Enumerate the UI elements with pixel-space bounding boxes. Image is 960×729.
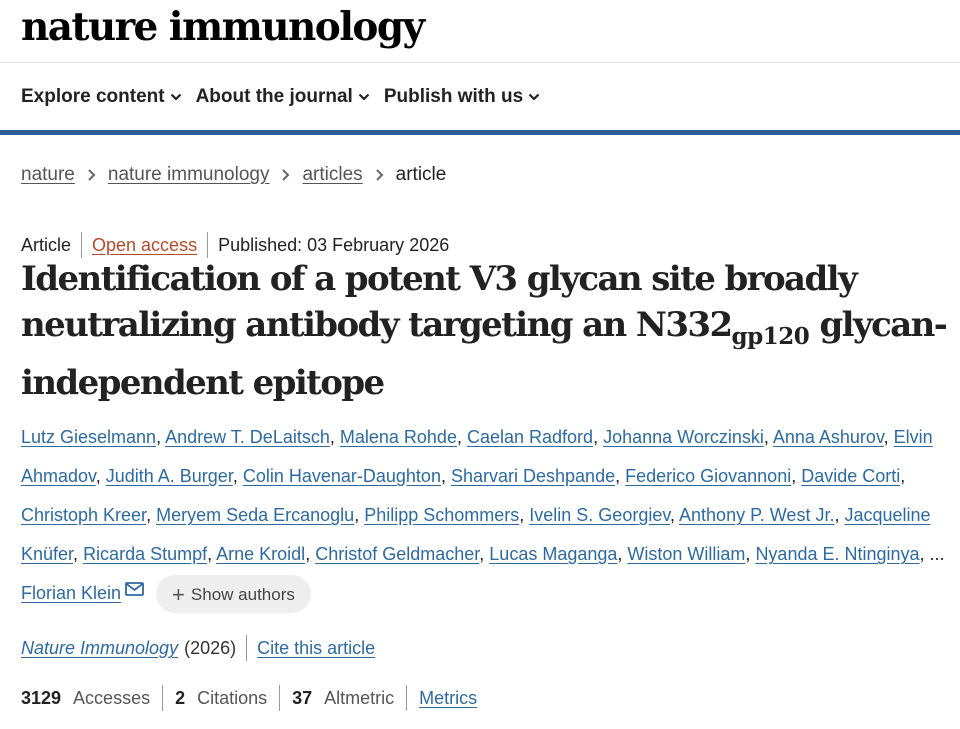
author-link[interactable]: Anna Ashurov — [773, 427, 884, 447]
nav-about-journal[interactable]: About the journal — [196, 84, 370, 110]
accent-bar — [0, 130, 960, 135]
corresponding-author-link[interactable]: Florian Klein — [21, 583, 121, 603]
divider — [162, 685, 164, 711]
author-link[interactable]: Lutz Gieselmann — [21, 427, 156, 447]
cite-article-link[interactable]: Cite this article — [257, 635, 375, 661]
authors-ellipsis: ... — [929, 544, 945, 564]
nav-item-label: Publish with us — [383, 86, 524, 107]
divider — [207, 232, 209, 258]
article-title: Identification of a potent V3 glycan sit… — [21, 256, 951, 406]
breadcrumb-link-articles[interactable]: articles — [302, 162, 362, 188]
email-icon[interactable] — [125, 582, 144, 596]
chevron-right-icon — [282, 169, 290, 181]
citations-count: 2 — [175, 688, 186, 708]
author-link[interactable]: Anthony P. West Jr. — [679, 505, 834, 525]
author-link[interactable]: Federico Giovannoni — [625, 466, 791, 486]
author-link[interactable]: Sharvari Deshpande — [451, 466, 615, 486]
article-metrics: 3129 Accesses 2 Citations 37 Altmetric M… — [21, 685, 477, 711]
chevron-right-icon — [88, 169, 96, 181]
main-nav: Explore content About the journal Publis… — [21, 84, 554, 110]
chevron-down-icon — [528, 93, 540, 101]
article-meta: Article Open access Published: 03 Februa… — [21, 232, 449, 258]
author-link[interactable]: Andrew T. DeLaitsch — [165, 427, 330, 447]
nav-publish-with-us[interactable]: Publish with us — [384, 84, 540, 110]
divider — [81, 232, 83, 258]
breadcrumb-link-journal[interactable]: nature immunology — [108, 162, 270, 188]
author-link[interactable]: Lucas Maganga — [489, 544, 617, 564]
author-link[interactable]: Arne Kroidl — [216, 544, 305, 564]
metrics-link[interactable]: Metrics — [419, 685, 477, 711]
author-list: Lutz Gieselmann, Andrew T. DeLaitsch, Ma… — [21, 418, 951, 614]
journal-link[interactable]: Nature Immunology — [21, 635, 178, 661]
author-link[interactable]: Judith A. Burger — [106, 466, 233, 486]
divider — [406, 685, 408, 711]
journal-logo[interactable]: nature immunology — [21, 2, 425, 52]
nav-explore-content[interactable]: Explore content — [21, 84, 182, 110]
accesses-count: 3129 — [21, 688, 62, 708]
divider — [246, 635, 248, 661]
author-link[interactable]: Colin Havenar-Daughton — [243, 466, 441, 486]
author-link[interactable]: Johanna Worczinski — [603, 427, 764, 447]
accesses-label: Accesses — [73, 688, 151, 708]
altmetric-count: 37 — [292, 688, 313, 708]
author-link[interactable]: Wiston William — [627, 544, 745, 564]
chevron-down-icon — [170, 93, 181, 101]
breadcrumb: nature nature immunology articles articl… — [21, 162, 446, 188]
author-link[interactable]: Davide Corti — [801, 466, 900, 486]
chevron-right-icon — [375, 169, 384, 181]
divider — [279, 685, 281, 711]
author-link[interactable]: Ricarda Stumpf — [83, 544, 207, 564]
author-link[interactable]: Ivelin S. Georgiev — [529, 505, 670, 525]
article-type: Article — [21, 235, 72, 255]
author-link[interactable]: Meryem Seda Ercanoglu — [156, 505, 354, 525]
altmetric-label: Altmetric — [324, 688, 395, 708]
show-authors-button[interactable]: + Show authors — [156, 575, 311, 614]
show-authors-label: Show authors — [190, 584, 295, 604]
publication-year: (2026) — [184, 638, 237, 658]
citation-line: Nature Immunology (2026) Cite this artic… — [21, 635, 375, 661]
breadcrumb-current: article — [395, 164, 447, 185]
author-link[interactable]: Philipp Schommers — [364, 505, 519, 525]
citations-label: Citations — [197, 688, 268, 708]
published-date: Published: 03 February 2026 — [218, 235, 450, 255]
chevron-down-icon — [358, 93, 370, 101]
plus-icon: + — [172, 581, 185, 607]
author-link[interactable]: Christoph Kreer — [21, 505, 146, 525]
nav-item-label: Explore content — [21, 86, 165, 107]
breadcrumb-link-nature[interactable]: nature — [21, 162, 75, 188]
open-access-link[interactable]: Open access — [92, 232, 197, 258]
title-subscript: gp120 — [731, 322, 810, 350]
author-link[interactable]: Nyanda E. Ntinginya — [755, 544, 919, 564]
nav-item-label: About the journal — [195, 86, 353, 107]
author-link[interactable]: Malena Rohde — [340, 427, 457, 447]
author-link[interactable]: Caelan Radford — [467, 427, 593, 447]
author-link[interactable]: Christof Geldmacher — [315, 544, 479, 564]
nav-divider — [0, 62, 960, 63]
